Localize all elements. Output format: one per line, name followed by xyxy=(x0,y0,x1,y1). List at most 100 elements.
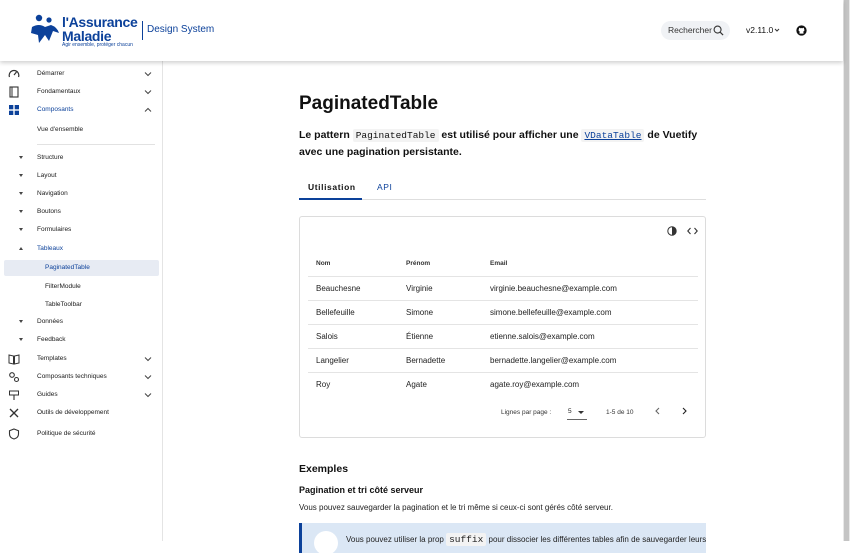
table-pagination: Lignes par page : 5 1-5 de 10 xyxy=(308,401,698,425)
sidebar-item-paginatedtable[interactable]: PaginatedTable xyxy=(4,260,159,276)
table-row: Beauchesne Virginie virginie.beauchesne@… xyxy=(308,277,698,301)
active-tab-indicator xyxy=(299,198,362,200)
caret-up-icon xyxy=(19,247,23,250)
sidebar-item-composants-techniques[interactable]: Composants techniques xyxy=(0,368,162,386)
column-header-prenom[interactable]: Prénom xyxy=(406,260,430,267)
example-card: Nom Prénom Email Beauchesne Virginie vir… xyxy=(299,216,706,438)
alert-text-before: Vous pouvez utiliser la prop xyxy=(346,535,447,544)
cell-email: agate.roy@example.com xyxy=(490,380,580,389)
sidebar-item-feedback[interactable]: Feedback xyxy=(0,331,162,349)
sidebar-item-vue-ensemble[interactable]: Vue d'ensemble xyxy=(0,121,162,139)
sidebar-item-label: Composants xyxy=(37,106,74,113)
cell-email: virginie.beauchesne@example.com xyxy=(490,284,617,293)
sidebar-item-donnees[interactable]: Données xyxy=(0,313,162,331)
section-heading: Pagination et tri côté serveur xyxy=(299,485,424,495)
sidebar-item-politique-securite[interactable]: Politique de sécurité xyxy=(0,425,162,443)
sidebar-item-navigation[interactable]: Navigation xyxy=(0,185,162,203)
sidebar-item-label: Feedback xyxy=(37,336,66,343)
sidebar-item-composants[interactable]: Composants xyxy=(0,101,162,119)
sidebar-item-templates[interactable]: Templates xyxy=(0,350,162,368)
sidebar-item-label: Politique de sécurité xyxy=(37,430,96,437)
app-header: l'Assurance Maladie Agir ensemble, proté… xyxy=(0,0,843,61)
cell-nom: Langelier xyxy=(316,356,349,365)
sidebar-item-tabletoolbar[interactable]: TableToolbar xyxy=(4,297,159,313)
sidebar-item-label: Structure xyxy=(37,154,64,161)
sidebar-divider xyxy=(37,144,155,145)
cell-nom: Bellefeuille xyxy=(316,308,355,317)
alert-code-suffix: suffix xyxy=(446,533,487,546)
cell-prenom: Bernadette xyxy=(406,356,446,365)
alert-text-after: pour dissocier les différentes tables af… xyxy=(486,535,707,544)
table-row: Roy Agate agate.roy@example.com xyxy=(308,373,698,397)
cell-email: etienne.salois@example.com xyxy=(490,332,595,341)
site-title[interactable]: Design System xyxy=(147,24,214,35)
examples-heading: Exemples xyxy=(299,463,349,475)
cell-prenom: Virginie xyxy=(406,284,433,293)
cell-nom: Salois xyxy=(316,332,338,341)
chevron-down-icon xyxy=(144,393,152,398)
sidebar-item-label: Démarrer xyxy=(37,70,65,77)
cell-prenom: Simone xyxy=(406,308,434,317)
sidebar-item-boutons[interactable]: Boutons xyxy=(0,203,162,221)
sidebar-item-fondamentaux[interactable]: Fondamentaux xyxy=(0,83,162,101)
vdatatable-link[interactable]: VDataTable xyxy=(581,129,645,142)
speedometer-icon xyxy=(8,70,20,78)
rows-per-page-select[interactable]: 5 xyxy=(567,404,587,420)
caret-down-icon xyxy=(19,338,23,341)
chevron-right-icon[interactable] xyxy=(680,407,688,415)
doc-tabs: Utilisation API xyxy=(299,177,706,200)
sidebar-item-label: Layout xyxy=(37,172,57,179)
sidebar-item-tableaux[interactable]: Tableaux xyxy=(0,240,162,258)
grid-icon xyxy=(9,105,19,115)
sidebar-item-label: Navigation xyxy=(37,190,68,197)
tools-icon xyxy=(9,408,19,418)
alert-text: Vous pouvez utiliser la prop suffix pour… xyxy=(346,533,707,546)
sidebar-item-guides[interactable]: Guides xyxy=(0,386,162,404)
page-title: PaginatedTable xyxy=(299,93,439,114)
sidebar-item-label: Guides xyxy=(37,391,58,398)
caret-down-icon xyxy=(19,174,23,177)
rows-per-page-label: Lignes par page : xyxy=(501,409,552,416)
caret-down-icon xyxy=(19,228,23,231)
sidebar-item-label: Formulaires xyxy=(37,226,72,233)
tab-api[interactable]: API xyxy=(377,182,393,192)
sidebar-item-demarrer[interactable]: Démarrer xyxy=(0,65,162,83)
intro-text-before: Le pattern xyxy=(299,129,353,141)
shield-icon xyxy=(8,428,20,440)
version-selector[interactable]: v2.11.0 xyxy=(746,25,773,35)
search-button[interactable]: Rechercher xyxy=(661,21,730,40)
logo-tagline: Agir ensemble, protéger chacun xyxy=(62,42,133,48)
search-label: Rechercher xyxy=(668,25,712,35)
sidebar-item-structure[interactable]: Structure xyxy=(0,149,162,167)
sidebar-item-formulaires[interactable]: Formulaires xyxy=(0,221,162,239)
book-icon xyxy=(9,86,19,98)
sidebar-item-filtermodule[interactable]: FilterModule xyxy=(4,279,159,295)
sidebar-item-label: Composants techniques xyxy=(37,373,107,380)
sidebar-item-label: TableToolbar xyxy=(45,301,82,308)
tab-utilisation[interactable]: Utilisation xyxy=(308,182,356,192)
sidebar-item-layout[interactable]: Layout xyxy=(0,167,162,185)
chevron-left-icon[interactable] xyxy=(654,407,662,415)
page-intro: Le pattern PaginatedTable est utilisé po… xyxy=(299,127,709,160)
chevron-down-icon xyxy=(144,72,152,77)
github-icon[interactable] xyxy=(796,25,807,36)
info-alert: Vous pouvez utiliser la prop suffix pour… xyxy=(299,523,707,555)
sidebar-item-outils-developpement[interactable]: Outils de développement xyxy=(0,404,162,422)
column-header-nom[interactable]: Nom xyxy=(316,260,330,267)
sidebar-item-label: Boutons xyxy=(37,208,61,215)
book-open-icon xyxy=(8,354,20,365)
table-row: Bellefeuille Simone simone.bellefeuille@… xyxy=(308,301,698,325)
chevron-down-icon xyxy=(144,90,152,95)
column-header-email[interactable]: Email xyxy=(490,260,507,267)
cogs-icon xyxy=(9,372,20,383)
caret-down-icon xyxy=(19,192,23,195)
code-icon[interactable] xyxy=(687,226,698,236)
intro-code-paginatedtable: PaginatedTable xyxy=(352,129,439,142)
contrast-icon[interactable] xyxy=(667,226,677,236)
page-scrollbar[interactable] xyxy=(843,0,850,541)
chevron-down-icon xyxy=(774,28,780,32)
chevron-down-icon xyxy=(144,375,152,380)
scrollbar-thumb[interactable] xyxy=(844,0,849,541)
section-description: Vous pouvez sauvegarder la pagination et… xyxy=(299,503,613,512)
assurance-maladie-logo[interactable]: l'Assurance Maladie Agir ensemble, proté… xyxy=(29,13,139,49)
